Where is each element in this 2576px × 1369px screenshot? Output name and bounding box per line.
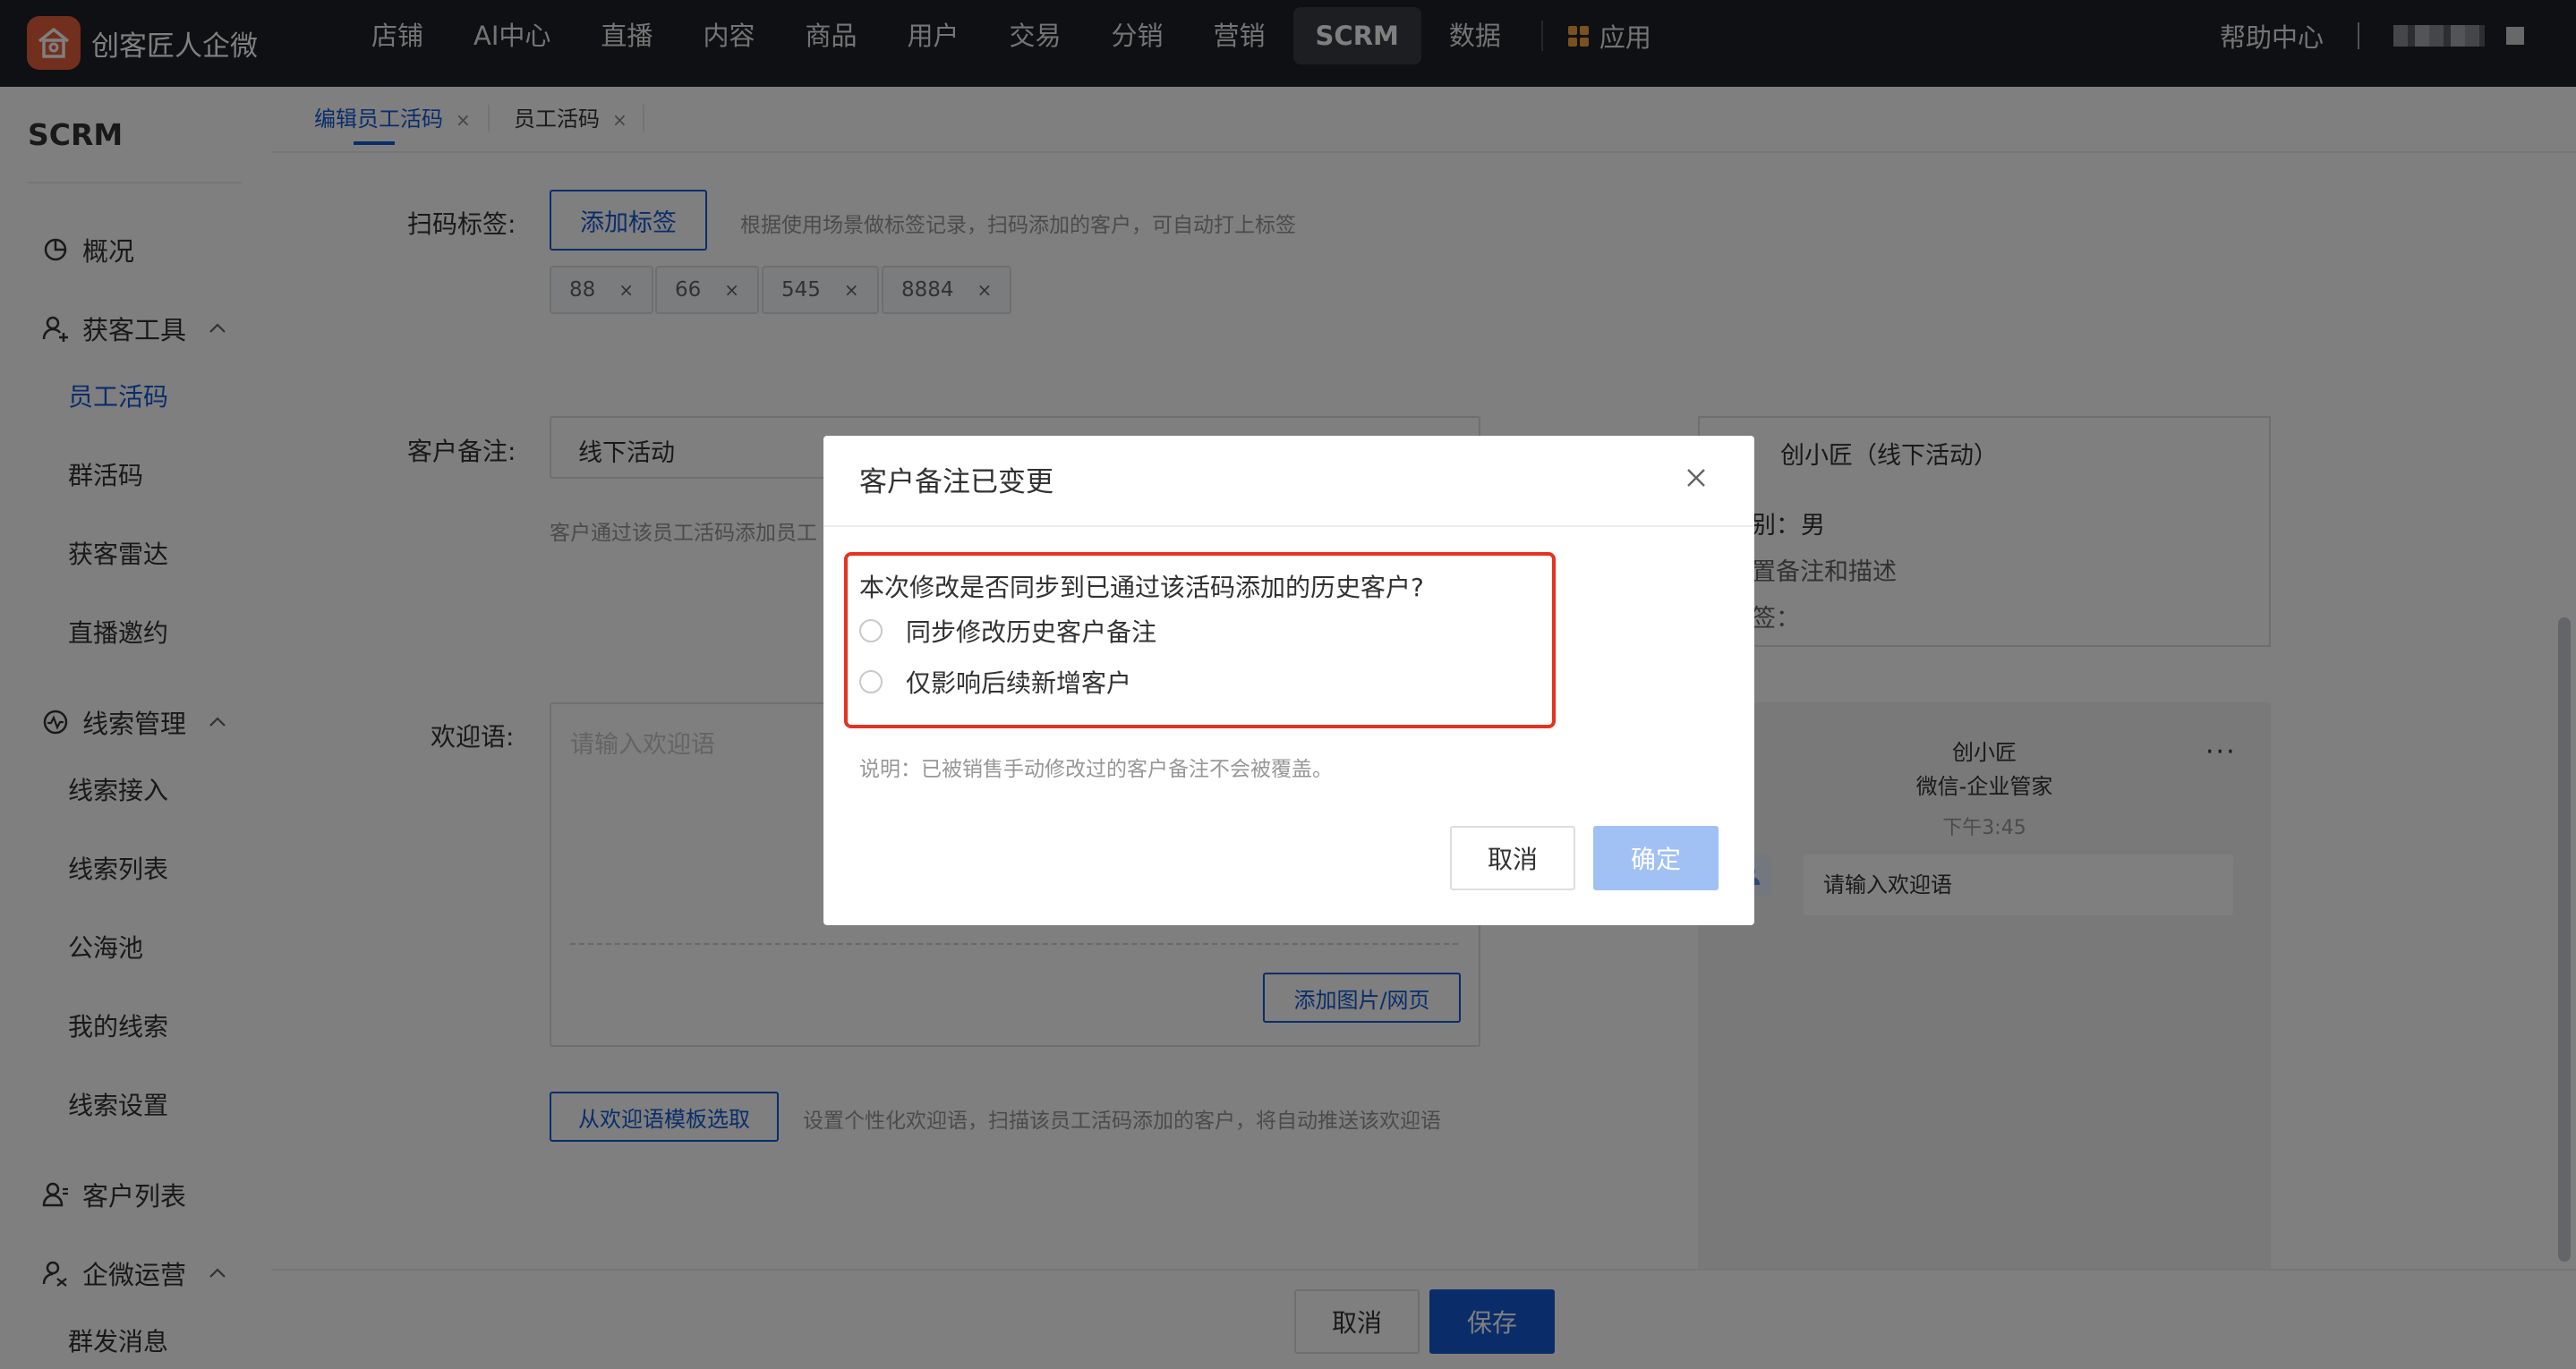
radio-sync-history[interactable]: 同步修改历史客户备注 xyxy=(859,613,1156,649)
dialog-note: 说明：已被销售手动修改过的客户备注不会被覆盖。 xyxy=(859,758,1333,781)
dialog-question: 本次修改是否同步到已通过该活码添加的历史客户? xyxy=(859,573,1424,602)
close-icon[interactable] xyxy=(1683,464,1710,491)
radio-label: 仅影响后续新增客户 xyxy=(906,668,1132,698)
dialog-title: 客户备注已变更 xyxy=(859,466,1053,498)
dialog-header-divider xyxy=(823,525,1754,527)
radio-label: 同步修改历史客户备注 xyxy=(906,617,1157,647)
radio-circle-icon[interactable] xyxy=(859,619,883,642)
radio-new-only[interactable]: 仅影响后续新增客户 xyxy=(859,664,1131,700)
radio-circle-icon[interactable] xyxy=(859,670,883,693)
dialog-cancel-button[interactable]: 取消 xyxy=(1450,826,1575,890)
remark-changed-dialog: 客户备注已变更 本次修改是否同步到已通过该活码添加的历史客户? 同步修改历史客户… xyxy=(823,436,1754,925)
dialog-confirm-button[interactable]: 确定 xyxy=(1593,826,1719,890)
